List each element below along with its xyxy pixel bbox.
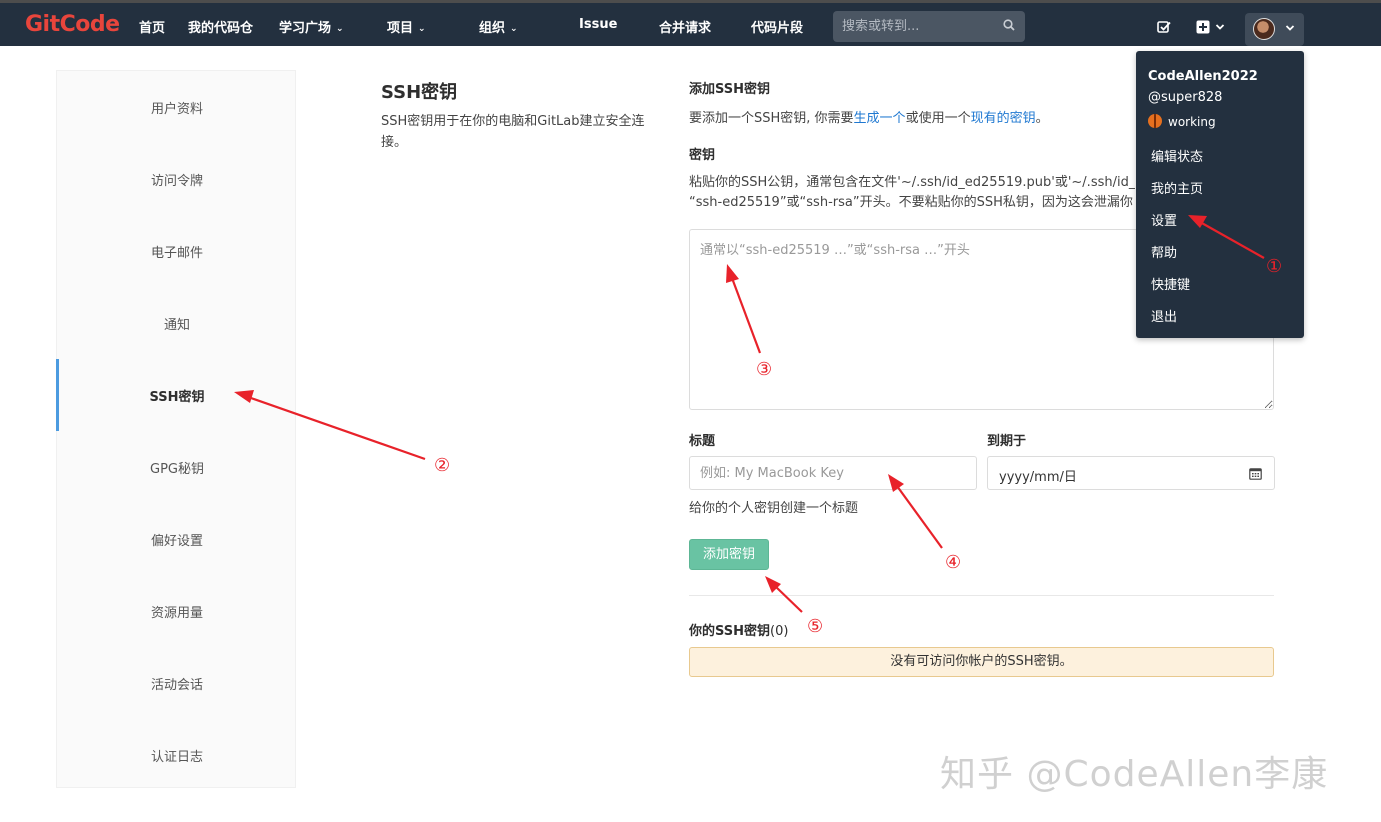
- menu-item-help[interactable]: 帮助: [1151, 242, 1177, 261]
- nav-my-repos-label: 我的代码仓: [188, 21, 254, 36]
- key-help-line: 粘贴你的SSH公钥，通常包含在文件'~/.ssh/id_ed25519.pub'…: [689, 175, 1135, 190]
- sidebar-item-label: 通知: [163, 318, 190, 333]
- settings-sidebar: 用户资料 访问令牌 电子邮件 通知 SSH密钥 GPG秘钥 偏好设置 资源用量 …: [56, 70, 296, 788]
- user-dropdown-menu: CodeAllen2022 @super828 working 编辑状态 我的主…: [1136, 51, 1304, 338]
- nav-groups-label: 组织: [479, 21, 506, 36]
- nav-issues[interactable]: Issue: [579, 17, 617, 32]
- sidebar-item-label: 活动会话: [150, 678, 203, 693]
- sidebar-item-label: 电子邮件: [150, 246, 203, 261]
- chevron-down-icon: ⌄: [510, 24, 518, 34]
- nav-merge-requests-label: 合并请求: [659, 21, 712, 36]
- sidebar-item-label: 偏好设置: [150, 534, 203, 549]
- menu-item-shortcuts[interactable]: 快捷键: [1151, 274, 1190, 293]
- page-title: SSH密钥: [381, 82, 458, 103]
- sidebar-item-label: 资源用量: [150, 606, 203, 621]
- menu-item-profile[interactable]: 我的主页: [1151, 178, 1203, 197]
- global-search: [833, 11, 1025, 42]
- nav-projects[interactable]: 项目 ⌄: [387, 17, 426, 36]
- calendar-icon[interactable]: [1249, 467, 1262, 480]
- plus-square-icon: [1196, 20, 1210, 34]
- sidebar-item-label: GPG秘钥: [150, 462, 204, 477]
- basketball-icon: [1148, 114, 1162, 128]
- your-keys-title: 你的SSH密钥: [689, 624, 771, 639]
- sidebar-item-preferences[interactable]: 偏好设置: [57, 503, 297, 575]
- expires-date-input[interactable]: yyyy/mm/日: [987, 456, 1275, 490]
- add-key-button[interactable]: 添加密钥: [689, 539, 769, 570]
- chevron-down-icon: [1215, 24, 1225, 30]
- page-root: GitCode 首页 我的代码仓 学习广场 ⌄ 项目 ⌄ 组织 ⌄ Issue 合并请…: [0, 0, 1381, 822]
- nav-merge-requests[interactable]: 合并请求: [659, 17, 711, 36]
- sidebar-item-label: 访问令牌: [150, 174, 203, 189]
- nav-learning-label: 学习广场: [279, 21, 332, 36]
- key-label: 密钥: [689, 148, 716, 163]
- divider: [689, 595, 1274, 596]
- title-help-text: 给你的个人密钥创建一个标题: [689, 501, 859, 516]
- sidebar-item-gpg-keys[interactable]: GPG秘钥: [57, 431, 297, 503]
- sidebar-item-auth-log[interactable]: 认证日志: [57, 719, 297, 791]
- annotation-marker: ③: [756, 359, 773, 380]
- chevron-down-icon: [1285, 25, 1295, 31]
- sidebar-item-access-tokens[interactable]: 访问令牌: [57, 143, 297, 215]
- existing-key-link[interactable]: 现有的密钥: [971, 111, 1036, 126]
- intro-text: 要添加一个SSH密钥, 你需要: [689, 111, 854, 126]
- key-title-input[interactable]: [689, 456, 977, 490]
- top-navbar: GitCode 首页 我的代码仓 学习广场 ⌄ 项目 ⌄ 组织 ⌄ Issue 合并请…: [0, 0, 1381, 46]
- nav-learning[interactable]: 学习广场 ⌄: [279, 17, 344, 36]
- watermark: 知乎 @CodeAllen李康: [940, 754, 1329, 795]
- user-menu-button[interactable]: [1245, 13, 1304, 46]
- sidebar-item-label: SSH密钥: [149, 390, 205, 405]
- nav-home-label: 首页: [139, 21, 166, 36]
- annotation-marker: ①: [1266, 256, 1283, 277]
- key-count: (0): [770, 624, 789, 639]
- arrow-head: [765, 576, 781, 593]
- menu-item-edit-status[interactable]: 编辑状态: [1151, 146, 1203, 165]
- sidebar-item-active-sessions[interactable]: 活动会话: [57, 647, 297, 719]
- user-status: working: [1148, 114, 1216, 129]
- add-key-intro: 要添加一个SSH密钥, 你需要生成一个或使用一个现有的密钥。: [689, 107, 1049, 126]
- expires-label: 到期于: [987, 434, 1027, 449]
- user-handle: @super828: [1148, 90, 1223, 105]
- nav-home[interactable]: 首页: [139, 17, 165, 36]
- no-keys-alert: 没有可访问你帐户的SSH密钥。: [689, 647, 1274, 677]
- nav-projects-label: 项目: [387, 21, 414, 36]
- nav-issues-label: Issue: [579, 17, 618, 32]
- sidebar-item-ssh-keys[interactable]: SSH密钥: [56, 359, 297, 431]
- add-key-heading: 添加SSH密钥: [689, 82, 771, 97]
- generate-key-link[interactable]: 生成一个: [854, 111, 906, 126]
- key-help-line: “ssh-ed25519”或“ssh-rsa”开头。不要粘贴你的SSH私钥，因为…: [689, 195, 1133, 210]
- nav-snippets-label: 代码片段: [751, 21, 804, 36]
- section-description: SSH密钥用于在你的电脑和GitLab建立安全连接。: [381, 114, 645, 150]
- sidebar-item-label: 用户资料: [150, 102, 203, 117]
- title-label: 标题: [689, 434, 716, 449]
- sidebar-item-notifications[interactable]: 通知: [57, 287, 297, 359]
- new-menu-button[interactable]: [1195, 17, 1229, 37]
- sidebar-item-emails[interactable]: 电子邮件: [57, 215, 297, 287]
- sidebar-item-profile[interactable]: 用户资料: [57, 71, 297, 143]
- gitcode-logo[interactable]: GitCode: [25, 12, 120, 37]
- intro-text: 或使用一个: [905, 111, 971, 126]
- user-status-text: working: [1168, 115, 1216, 129]
- key-help-text: 粘贴你的SSH公钥，通常包含在文件'~/.ssh/id_ed25519.pub'…: [689, 173, 1135, 213]
- menu-item-sign-out[interactable]: 退出: [1151, 306, 1177, 325]
- nav-snippets[interactable]: 代码片段: [751, 17, 803, 36]
- search-input[interactable]: [833, 11, 1025, 42]
- user-display-name: CodeAllen2022: [1148, 69, 1258, 84]
- annotation-marker: ④: [945, 552, 962, 573]
- annotation-marker: ⑤: [807, 616, 824, 637]
- avatar: [1253, 18, 1275, 40]
- nav-groups[interactable]: 组织 ⌄: [479, 17, 518, 36]
- chevron-down-icon: ⌄: [336, 24, 344, 34]
- sidebar-item-usage-quotas[interactable]: 资源用量: [57, 575, 297, 647]
- menu-item-settings[interactable]: 设置: [1151, 210, 1177, 229]
- intro-text: 。: [1035, 111, 1049, 126]
- search-icon[interactable]: [1003, 19, 1015, 31]
- date-value: yyyy/mm/日: [999, 470, 1077, 485]
- annotation-marker: ②: [434, 455, 451, 476]
- chevron-down-icon: ⌄: [418, 24, 426, 34]
- sidebar-item-label: 认证日志: [150, 750, 203, 765]
- nav-my-repos[interactable]: 我的代码仓: [188, 17, 253, 36]
- todo-icon[interactable]: [1157, 20, 1171, 34]
- your-keys-heading: 你的SSH密钥(0): [689, 620, 788, 639]
